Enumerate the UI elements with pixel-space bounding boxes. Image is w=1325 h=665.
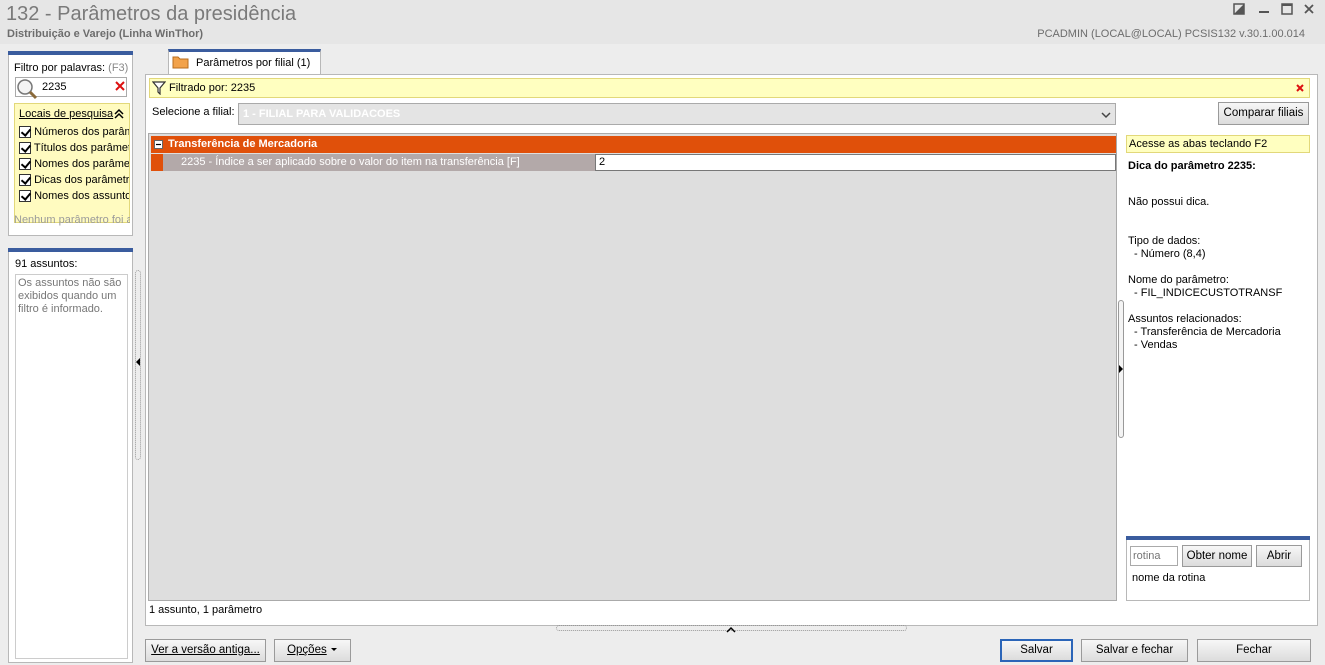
search-location-item[interactable]: Dicas dos parâmetros	[19, 174, 129, 190]
search-location-item[interactable]: Nomes dos parâmetros	[19, 158, 129, 174]
branch-selected-value: 1 - FILIAL PARA VALIDACOES	[243, 108, 401, 120]
search-location-item[interactable]: Títulos dos parâmetros	[19, 142, 129, 158]
tab-parameters-by-branch[interactable]: Parâmetros por filial (1)	[168, 49, 321, 75]
branch-select[interactable]: 1 - FILIAL PARA VALIDACOES	[238, 103, 1116, 125]
subjects-panel: 91 assuntos: Os assuntos não são exibido…	[8, 252, 133, 663]
parameter-value-field[interactable]: 2	[595, 154, 1116, 171]
chevron-down-icon[interactable]	[1101, 110, 1111, 122]
related-subject: - Vendas	[1134, 339, 1178, 351]
related-subject: - Transferência de Mercadoria	[1134, 326, 1281, 338]
search-locations: Locais de pesquisa Números dos parâmetro…	[14, 103, 130, 223]
checkbox-icon[interactable]	[19, 190, 31, 203]
group-indent	[151, 154, 163, 171]
save-button[interactable]: Salvar	[1000, 639, 1073, 662]
filtered-label: Filtrado por: 2235	[169, 82, 256, 94]
group-title: Transferência de Mercadoria	[168, 138, 318, 150]
table-row[interactable]: 2235 - Índice a ser aplicado sobre o val…	[151, 154, 1116, 171]
param-name-label: Nome do parâmetro:	[1128, 274, 1229, 286]
splitter-expand-icon[interactable]	[1118, 364, 1124, 377]
filter-input-box[interactable]: 2235	[15, 77, 127, 100]
filtered-bar: Filtrado por: 2235	[149, 78, 1310, 98]
search-locations-header[interactable]: Locais de pesquisa	[19, 108, 113, 120]
options-button[interactable]: Opções	[274, 639, 351, 662]
clear-filter-icon[interactable]	[114, 78, 126, 97]
clear-filtered-icon[interactable]	[1295, 81, 1305, 98]
data-type-label: Tipo de dados:	[1128, 235, 1201, 247]
checkbox-icon[interactable]	[19, 174, 31, 187]
collapse-icon[interactable]	[114, 108, 124, 123]
folder-icon	[172, 55, 189, 72]
splitter-up-icon[interactable]	[726, 624, 736, 636]
grid-status: 1 assunto, 1 parâmetro	[149, 604, 263, 616]
title-bar: 132 - Parâmetros da presidência Distribu…	[0, 0, 1325, 44]
tip-title: Dica do parâmetro 2235:	[1128, 160, 1256, 172]
related-label: Assuntos relacionados:	[1128, 313, 1242, 325]
old-version-button[interactable]: Ver a versão antiga...	[145, 639, 266, 662]
routine-name: nome da rotina	[1132, 572, 1206, 584]
splitter-collapse-icon[interactable]	[135, 357, 141, 370]
maximize-icon[interactable]	[1278, 3, 1296, 19]
search-location-list: Números dos parâmetros Títulos dos parâm…	[19, 126, 129, 206]
subjects-info: Os assuntos não são exibidos quando um f…	[15, 274, 128, 659]
save-close-button[interactable]: Salvar e fechar	[1081, 639, 1188, 662]
minimize-icon[interactable]	[1255, 3, 1273, 19]
window-subtitle: Distribuição e Varejo (Linha WinThor)	[7, 28, 204, 40]
routine-input[interactable]	[1130, 546, 1178, 566]
tip-banner: Acesse as abas teclando F2	[1126, 135, 1310, 153]
tab-label: Parâmetros por filial (1)	[196, 57, 311, 69]
param-name-value: - FIL_INDICECUSTOTRANSF	[1134, 287, 1283, 299]
close-window-icon[interactable]	[1300, 3, 1318, 19]
checkbox-icon[interactable]	[19, 126, 31, 139]
collapse-group-icon[interactable]	[154, 140, 163, 152]
restore-icon[interactable]	[1230, 3, 1248, 19]
dropdown-arrow-icon	[330, 644, 338, 656]
search-location-item[interactable]: Nomes dos assuntos	[19, 190, 129, 206]
parameters-grid: Transferência de Mercadoria 2235 - Índic…	[148, 133, 1117, 601]
group-header[interactable]: Transferência de Mercadoria	[151, 136, 1116, 153]
compare-branches-button[interactable]: Comparar filiais	[1218, 102, 1309, 125]
filter-panel: Filtro por palavras: (F3) 2235 Locais de…	[8, 55, 133, 236]
user-info: PCADMIN (LOCAL@LOCAL) PCSIS132 v.30.1.00…	[1037, 28, 1305, 40]
get-name-button[interactable]: Obter nome	[1182, 545, 1252, 567]
data-type-value: - Número (8,4)	[1134, 248, 1206, 260]
search-location-item[interactable]: Números dos parâmetros	[19, 126, 129, 142]
filter-label: Filtro por palavras: (F3)	[14, 62, 129, 74]
tip-banner-text: Acesse as abas teclando F2	[1129, 138, 1268, 150]
close-button[interactable]: Fechar	[1197, 639, 1311, 662]
branch-label: Selecione a filial:	[152, 106, 235, 118]
checkbox-icon[interactable]	[19, 142, 31, 155]
checkbox-icon[interactable]	[19, 158, 31, 171]
subjects-count: 91 assuntos:	[15, 258, 78, 270]
parameter-label: 2235 - Índice a ser aplicado sobre o val…	[163, 154, 595, 171]
funnel-icon	[151, 81, 167, 98]
window-title: 132 - Parâmetros da presidência	[6, 3, 297, 25]
tip-text: Não possui dica.	[1128, 196, 1210, 208]
routine-panel: Obter nome Abrir nome da rotina	[1126, 540, 1310, 601]
filter-input[interactable]: 2235	[42, 81, 66, 93]
magnifier-icon	[16, 78, 38, 103]
open-routine-button[interactable]: Abrir	[1256, 545, 1302, 567]
filter-empty-message: Nenhum parâmetro foi a	[14, 214, 130, 226]
